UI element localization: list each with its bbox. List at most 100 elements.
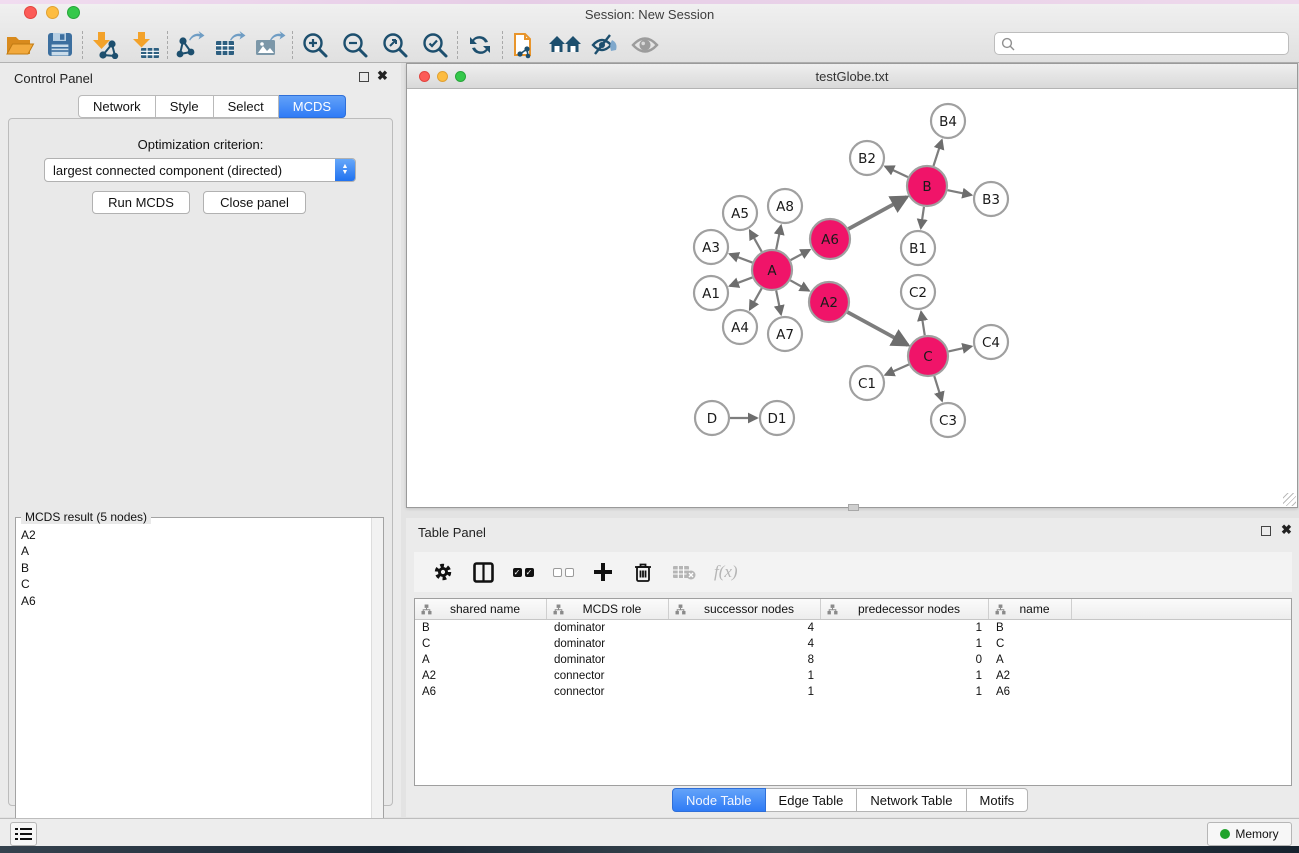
table-row[interactable]: Bdominator41B — [415, 620, 1291, 636]
zoom-out-button[interactable] — [335, 28, 375, 62]
table-cell[interactable]: 1 — [821, 638, 989, 650]
table-cell[interactable]: 1 — [669, 670, 821, 682]
table-cell[interactable]: C — [989, 638, 1072, 650]
tab-edge-table[interactable]: Edge Table — [766, 788, 858, 812]
tab-mcds[interactable]: MCDS — [279, 95, 346, 118]
graph-node-C1[interactable]: C1 — [850, 366, 884, 400]
tab-network-table[interactable]: Network Table — [857, 788, 966, 812]
deselect-all-icon[interactable] — [552, 568, 574, 577]
table-float-icon[interactable] — [1261, 526, 1271, 538]
graph-node-A5[interactable]: A5 — [723, 196, 757, 230]
edge-C-C2[interactable] — [921, 312, 925, 335]
edge-A-A8[interactable] — [776, 226, 781, 250]
edge-B-B4[interactable] — [933, 140, 941, 166]
graph-node-A7[interactable]: A7 — [768, 317, 802, 351]
clone-network-button[interactable] — [505, 28, 545, 62]
table-cell[interactable]: dominator — [547, 638, 669, 650]
graph-node-A3[interactable]: A3 — [694, 230, 728, 264]
graph-node-A8[interactable]: A8 — [768, 189, 802, 223]
edge-C-C3[interactable] — [934, 376, 942, 401]
run-mcds-button[interactable]: Run MCDS — [92, 191, 190, 214]
column-header-predecessor-nodes[interactable]: predecessor nodes — [821, 599, 989, 619]
graph-node-B2[interactable]: B2 — [850, 141, 884, 175]
graph-node-C3[interactable]: C3 — [931, 403, 965, 437]
edge-A-A3[interactable] — [730, 254, 753, 263]
table-cell[interactable]: A6 — [989, 686, 1072, 698]
export-network-button[interactable] — [170, 28, 210, 62]
toggle-panels-icon[interactable] — [472, 562, 494, 583]
column-header-shared-name[interactable]: shared name — [415, 599, 547, 619]
table-cell[interactable]: 4 — [669, 638, 821, 650]
table-cell[interactable]: A2 — [415, 670, 547, 682]
select-all-icon[interactable]: ✓✓ — [512, 568, 534, 577]
save-session-button[interactable] — [40, 28, 80, 62]
close-panel-icon[interactable]: ✖ — [377, 70, 388, 82]
edge-C-C1[interactable] — [885, 364, 909, 374]
edge-B-B2[interactable] — [885, 166, 908, 177]
tab-network[interactable]: Network — [78, 95, 156, 118]
create-column-icon[interactable] — [592, 562, 614, 582]
table-cell[interactable]: connector — [547, 686, 669, 698]
graph-node-A[interactable]: A — [752, 250, 792, 290]
graph-node-C[interactable]: C — [908, 336, 948, 376]
network-graph-canvas[interactable]: B4B2BB3A5A8A6A3B1AA1C2A2A4A7C4CC1C3DD1 — [407, 89, 1297, 507]
result-item[interactable]: B — [21, 560, 371, 576]
toolbar-search-box[interactable] — [994, 32, 1289, 55]
export-image-button[interactable] — [250, 28, 290, 62]
tab-style[interactable]: Style — [156, 95, 214, 118]
table-row[interactable]: A6connector11A6 — [415, 684, 1291, 700]
table-cell[interactable]: B — [989, 622, 1072, 634]
column-header-successor-nodes[interactable]: successor nodes — [669, 599, 821, 619]
column-header-name[interactable]: name — [989, 599, 1072, 619]
table-close-icon[interactable]: ✖ — [1281, 524, 1292, 536]
graph-node-D[interactable]: D — [695, 401, 729, 435]
edge-A-A7[interactable] — [776, 291, 781, 315]
close-panel-button[interactable]: Close panel — [203, 191, 306, 214]
edge-A-A4[interactable] — [750, 288, 762, 309]
column-header-MCDS-role[interactable]: MCDS role — [547, 599, 669, 619]
edge-A-A5[interactable] — [750, 230, 762, 251]
table-row[interactable]: Adominator80A — [415, 652, 1291, 668]
table-cell[interactable]: 1 — [669, 686, 821, 698]
table-cell[interactable]: dominator — [547, 622, 669, 634]
zoom-in-button[interactable] — [295, 28, 335, 62]
delete-table-icon[interactable] — [672, 564, 696, 580]
table-cell[interactable]: B — [415, 622, 547, 634]
table-row[interactable]: Cdominator41C — [415, 636, 1291, 652]
table-cell[interactable]: A2 — [989, 670, 1072, 682]
graph-node-A4[interactable]: A4 — [723, 310, 757, 344]
import-table-button[interactable] — [125, 28, 165, 62]
show-hide-panel-button[interactable] — [625, 28, 665, 62]
graph-node-C4[interactable]: C4 — [974, 325, 1008, 359]
window-resize-grip[interactable] — [1283, 493, 1296, 506]
table-cell[interactable]: A6 — [415, 686, 547, 698]
graph-node-A2[interactable]: A2 — [809, 282, 849, 322]
table-cell[interactable]: 1 — [821, 686, 989, 698]
table-cell[interactable]: 4 — [669, 622, 821, 634]
table-settings-gear-icon[interactable] — [432, 561, 454, 583]
table-cell[interactable]: 0 — [821, 654, 989, 666]
float-panel-icon[interactable] — [359, 72, 369, 84]
table-cell[interactable]: 1 — [821, 670, 989, 682]
result-item[interactable]: A6 — [21, 593, 371, 609]
table-cell[interactable]: A — [989, 654, 1072, 666]
edge-B-B3[interactable] — [948, 190, 972, 195]
edge-A2-C[interactable] — [847, 312, 907, 345]
delete-column-icon[interactable] — [632, 562, 654, 583]
result-item[interactable]: A — [21, 543, 371, 559]
table-cell[interactable]: connector — [547, 670, 669, 682]
search-input[interactable] — [1015, 37, 1288, 51]
main-titlebar[interactable]: Session: New Session — [0, 4, 1299, 26]
show-hide-style-button[interactable] — [585, 28, 625, 62]
zoom-selected-button[interactable] — [415, 28, 455, 62]
network-window-titlebar[interactable]: testGlobe.txt — [407, 64, 1297, 89]
result-list-scrollbar[interactable] — [371, 518, 383, 853]
tab-select[interactable]: Select — [214, 95, 279, 118]
result-item[interactable]: C — [21, 576, 371, 592]
edge-A-A2[interactable] — [790, 280, 809, 290]
graph-node-A6[interactable]: A6 — [810, 219, 850, 259]
open-session-button[interactable] — [0, 28, 40, 62]
refresh-button[interactable] — [460, 28, 500, 62]
edge-A-A6[interactable] — [791, 250, 810, 260]
splitter-handle[interactable] — [848, 504, 859, 511]
